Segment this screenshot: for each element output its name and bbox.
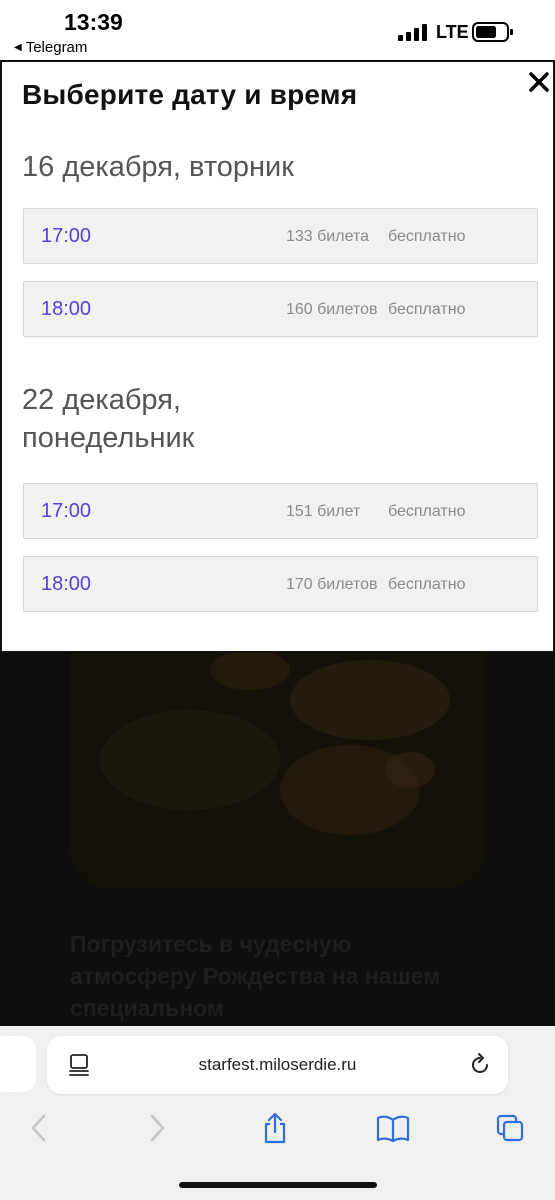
network-type: LTE bbox=[436, 22, 469, 42]
slot-time: 18:00 bbox=[41, 573, 92, 595]
signal-icon bbox=[398, 24, 427, 41]
slot-tickets: 133 билета bbox=[286, 228, 369, 245]
chevron-left-icon[interactable] bbox=[24, 1112, 54, 1144]
slot-price: бесплатно bbox=[388, 576, 466, 593]
time-slot[interactable]: 18:00 160 билетов бесплатно bbox=[23, 281, 538, 337]
back-to-app-link[interactable]: ◀ Telegram bbox=[14, 39, 87, 56]
slot-time: 18:00 bbox=[41, 298, 92, 320]
background-page-text: Погрузитесь в чудесную атмосферу Рождест… bbox=[70, 931, 441, 1022]
status-bar: 13:39 ◀ Telegram LTE bbox=[0, 0, 555, 60]
share-icon[interactable] bbox=[260, 1112, 290, 1144]
modal-title: Выберите дату и время bbox=[22, 79, 358, 110]
date-time-picker-modal: Выберите дату и время 16 декабря, вторни… bbox=[0, 61, 555, 653]
url-text[interactable]: starfest.miloserdie.ru bbox=[47, 1055, 508, 1075]
reload-icon[interactable] bbox=[467, 1052, 493, 1078]
status-time: 13:39 bbox=[64, 9, 123, 35]
close-icon[interactable] bbox=[525, 66, 553, 96]
time-slot[interactable]: 18:00 170 билетов бесплатно bbox=[23, 556, 538, 612]
tabs-icon[interactable] bbox=[495, 1112, 525, 1144]
background-image bbox=[70, 640, 485, 888]
background-image-card bbox=[70, 640, 485, 888]
slot-price: бесплатно bbox=[388, 301, 466, 318]
browser-toolbar: starfest.miloserdie.ru bbox=[0, 1026, 555, 1200]
slot-price: бесплатно bbox=[388, 228, 466, 245]
battery-icon bbox=[472, 22, 513, 42]
slot-tickets: 170 билетов bbox=[286, 576, 378, 593]
back-triangle-icon: ◀ bbox=[14, 42, 22, 53]
slot-time: 17:00 bbox=[41, 500, 92, 522]
chevron-right-icon[interactable] bbox=[142, 1112, 172, 1144]
time-slot[interactable]: 17:00 151 билет бесплатно bbox=[23, 483, 538, 539]
address-bar[interactable]: starfest.miloserdie.ru bbox=[47, 1036, 508, 1094]
back-app-label: Telegram bbox=[25, 39, 88, 56]
slot-price: бесплатно bbox=[388, 503, 466, 520]
slot-time: 17:00 bbox=[41, 225, 92, 247]
date-heading: 16 декабря, вторник bbox=[22, 151, 294, 183]
date-heading: 22 декабря, понедельник bbox=[22, 384, 195, 454]
slot-tickets: 160 билетов bbox=[286, 301, 378, 318]
time-slot[interactable]: 17:00 133 билета бесплатно bbox=[23, 208, 538, 264]
slot-tickets: 151 билет bbox=[286, 503, 361, 520]
previous-tab-peek[interactable] bbox=[0, 1036, 36, 1092]
home-indicator[interactable] bbox=[179, 1182, 377, 1188]
book-icon[interactable] bbox=[376, 1112, 410, 1144]
